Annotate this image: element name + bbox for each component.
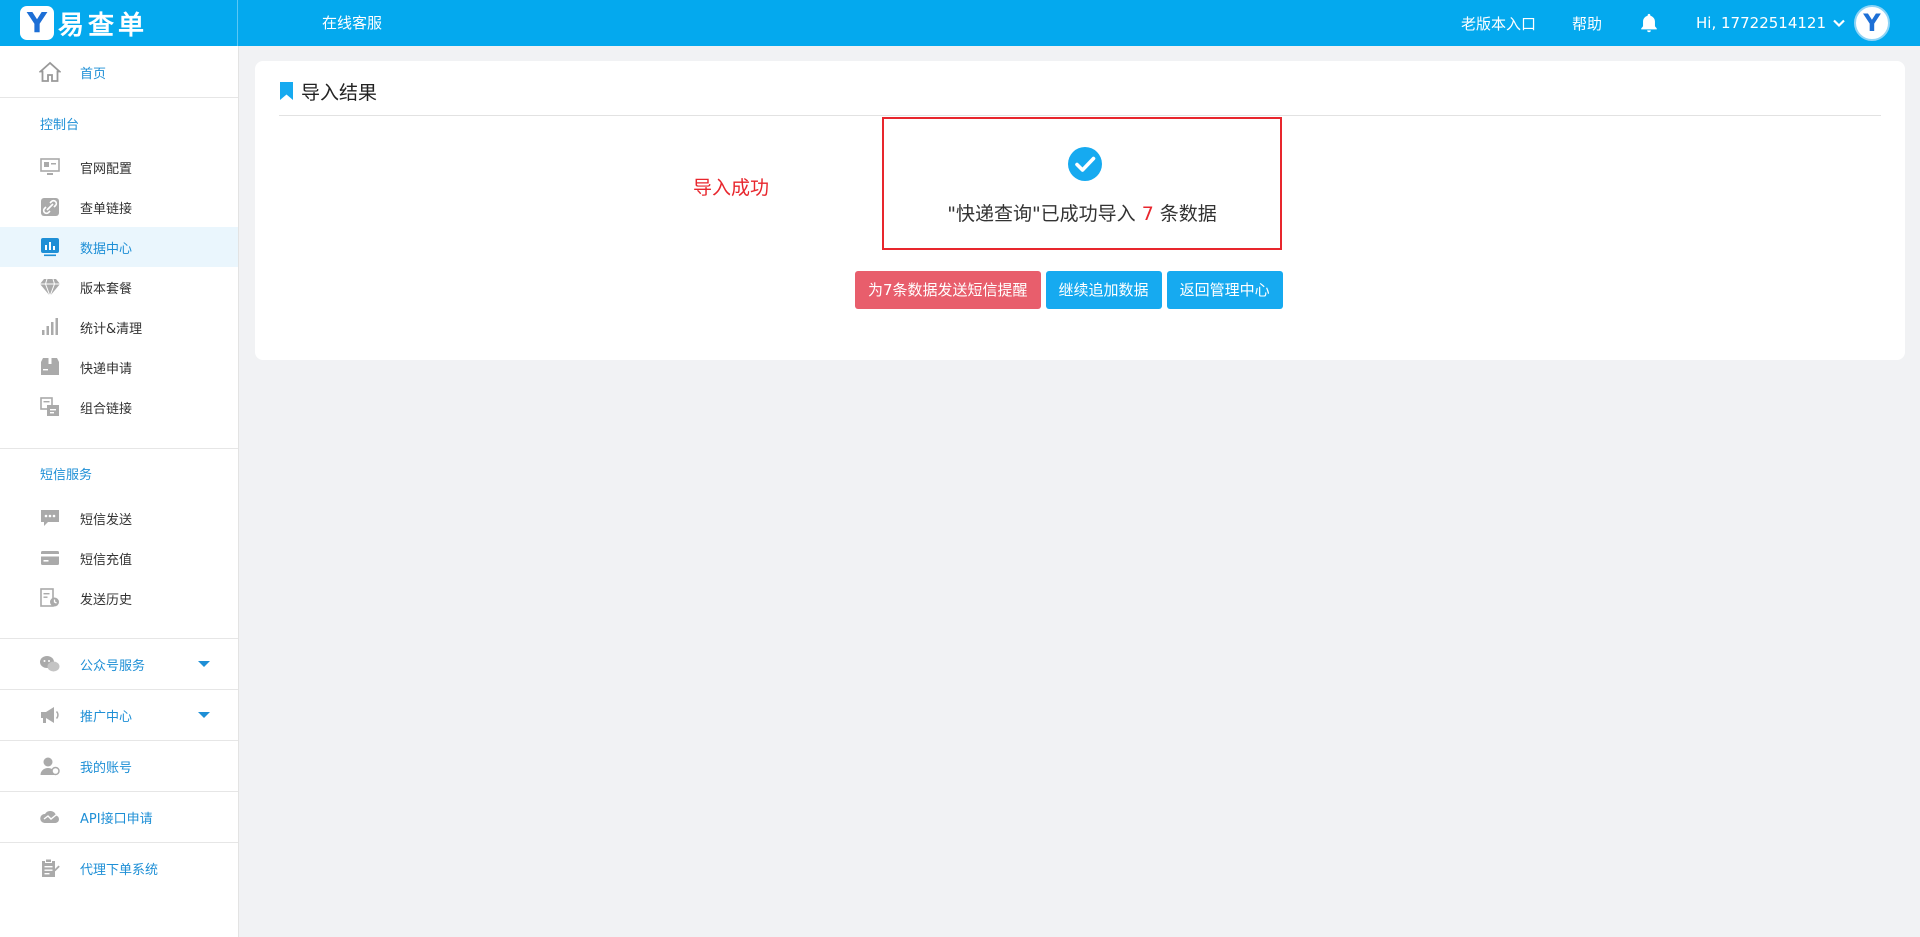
- divider: [0, 842, 238, 843]
- result-highlight-box: "快递查询"已成功导入 7 条数据: [882, 117, 1282, 250]
- send-sms-button[interactable]: 为7条数据发送短信提醒: [855, 271, 1041, 309]
- section-title-console: 控制台: [40, 118, 80, 133]
- clipboard-icon: [39, 857, 61, 879]
- user-greeting[interactable]: Hi, 17722514121: [1696, 14, 1826, 32]
- sidebar-item-stats[interactable]: 统计&清理: [0, 307, 238, 347]
- chart-icon: [39, 236, 61, 258]
- sidebar-item-label: 官网配置: [80, 161, 133, 177]
- sidebar-item-express[interactable]: 快递申请: [0, 347, 238, 387]
- cloud-icon: [39, 806, 61, 828]
- combo-link-icon: [39, 396, 61, 418]
- result-message: "快递查询"已成功导入 7 条数据: [947, 203, 1217, 225]
- caret-down-icon[interactable]: [198, 661, 210, 667]
- caret-down-icon[interactable]: [198, 712, 210, 718]
- check-circle-icon: [1068, 147, 1102, 181]
- sidebar-item-wechat[interactable]: 公众号服务: [0, 644, 238, 684]
- sidebar-item-account[interactable]: 我的账号: [0, 746, 238, 786]
- divider: [0, 97, 238, 98]
- continue-add-button[interactable]: 继续追加数据: [1045, 271, 1162, 309]
- logo-icon: Y: [20, 6, 54, 40]
- card-icon: [39, 547, 61, 569]
- sidebar-item-label: 推广中心: [80, 709, 133, 725]
- sidebar-item-promo[interactable]: 推广中心: [0, 695, 238, 735]
- bookmark-icon: [280, 82, 293, 100]
- online-service-link[interactable]: 在线客服: [322, 0, 382, 46]
- imported-count: 7: [1141, 203, 1154, 225]
- sidebar-item-label: 查单链接: [80, 201, 133, 217]
- sidebar-item-query-link[interactable]: 查单链接: [0, 187, 238, 227]
- sidebar-item-home[interactable]: 首页: [0, 52, 238, 92]
- divider: [0, 638, 238, 639]
- link-icon: [39, 196, 61, 218]
- sidebar-item-sms-recharge[interactable]: 短信充值: [0, 538, 238, 578]
- divider: [0, 689, 238, 690]
- sidebar-item-label: 发送历史: [80, 592, 133, 608]
- user-icon: [39, 755, 61, 777]
- sidebar-item-label: 短信发送: [80, 512, 133, 528]
- back-to-dashboard-button[interactable]: 返回管理中心: [1166, 271, 1283, 309]
- sidebar-item-label: 快递申请: [80, 361, 133, 377]
- sidebar-item-label: 首页: [80, 66, 107, 82]
- card-title: 导入结果: [279, 79, 378, 104]
- divider: [0, 448, 238, 449]
- sidebar-item-data-center[interactable]: 数据中心: [0, 227, 238, 267]
- import-result-card: 导入结果 导入成功 "快递查询"已成功导入 7 条数据 为7条数据发送短信提醒 继续…: [255, 61, 1905, 360]
- sidebar-item-site-config[interactable]: 官网配置: [0, 147, 238, 187]
- chevron-down-icon[interactable]: [1832, 16, 1846, 30]
- action-buttons: 为7条数据发送短信提醒 继续追加数据 返回管理中心: [855, 271, 1288, 309]
- sidebar-item-label: 公众号服务: [80, 658, 146, 674]
- package-icon: [39, 356, 61, 378]
- sidebar-item-label: 短信充值: [80, 552, 133, 568]
- history-icon: [39, 587, 61, 609]
- diamond-icon: [39, 276, 61, 298]
- sidebar-item-label: 组合链接: [80, 401, 133, 417]
- sidebar-item-label: 版本套餐: [80, 281, 133, 297]
- monitor-icon: [39, 156, 61, 178]
- sidebar-item-label: API接口申请: [80, 811, 153, 827]
- bar-chart-icon: [39, 316, 61, 338]
- chat-bubble-icon: [39, 507, 61, 529]
- logo[interactable]: Y 易查单: [0, 0, 238, 46]
- sidebar-item-label: 数据中心: [80, 241, 133, 257]
- sidebar-item-agent[interactable]: 代理下单系统: [0, 848, 238, 888]
- top-header: Y 易查单 在线客服 老版本入口 帮助 Hi, 17722514121 Y: [0, 0, 1920, 46]
- success-annotation: 导入成功: [693, 177, 770, 199]
- bell-icon[interactable]: [1638, 12, 1660, 34]
- section-title-sms: 短信服务: [40, 468, 93, 483]
- sidebar-item-sms-send[interactable]: 短信发送: [0, 498, 238, 538]
- sidebar-item-label: 统计&清理: [80, 321, 143, 337]
- page-title: 导入结果: [301, 81, 378, 104]
- wechat-icon: [39, 653, 61, 675]
- sidebar-item-send-history[interactable]: 发送历史: [0, 578, 238, 618]
- help-link[interactable]: 帮助: [1572, 13, 1602, 34]
- divider: [0, 791, 238, 792]
- sidebar: 首页 控制台 官网配置 查单链接 数据中心 版本套餐 统计&清理 快递申请 组合…: [0, 46, 239, 937]
- sidebar-item-combo-link[interactable]: 组合链接: [0, 387, 238, 427]
- avatar[interactable]: Y: [1854, 5, 1890, 41]
- megaphone-icon: [39, 704, 61, 726]
- divider: [279, 115, 1881, 116]
- sidebar-item-api[interactable]: API接口申请: [0, 797, 238, 837]
- sidebar-item-label: 代理下单系统: [80, 862, 159, 878]
- home-icon: [39, 61, 61, 83]
- old-version-link[interactable]: 老版本入口: [1461, 13, 1536, 34]
- divider: [0, 740, 238, 741]
- logo-text: 易查单: [58, 10, 149, 41]
- sidebar-item-label: 我的账号: [80, 760, 133, 776]
- sidebar-item-plans[interactable]: 版本套餐: [0, 267, 238, 307]
- header-right: 老版本入口 帮助 Hi, 17722514121 Y: [1461, 0, 1920, 46]
